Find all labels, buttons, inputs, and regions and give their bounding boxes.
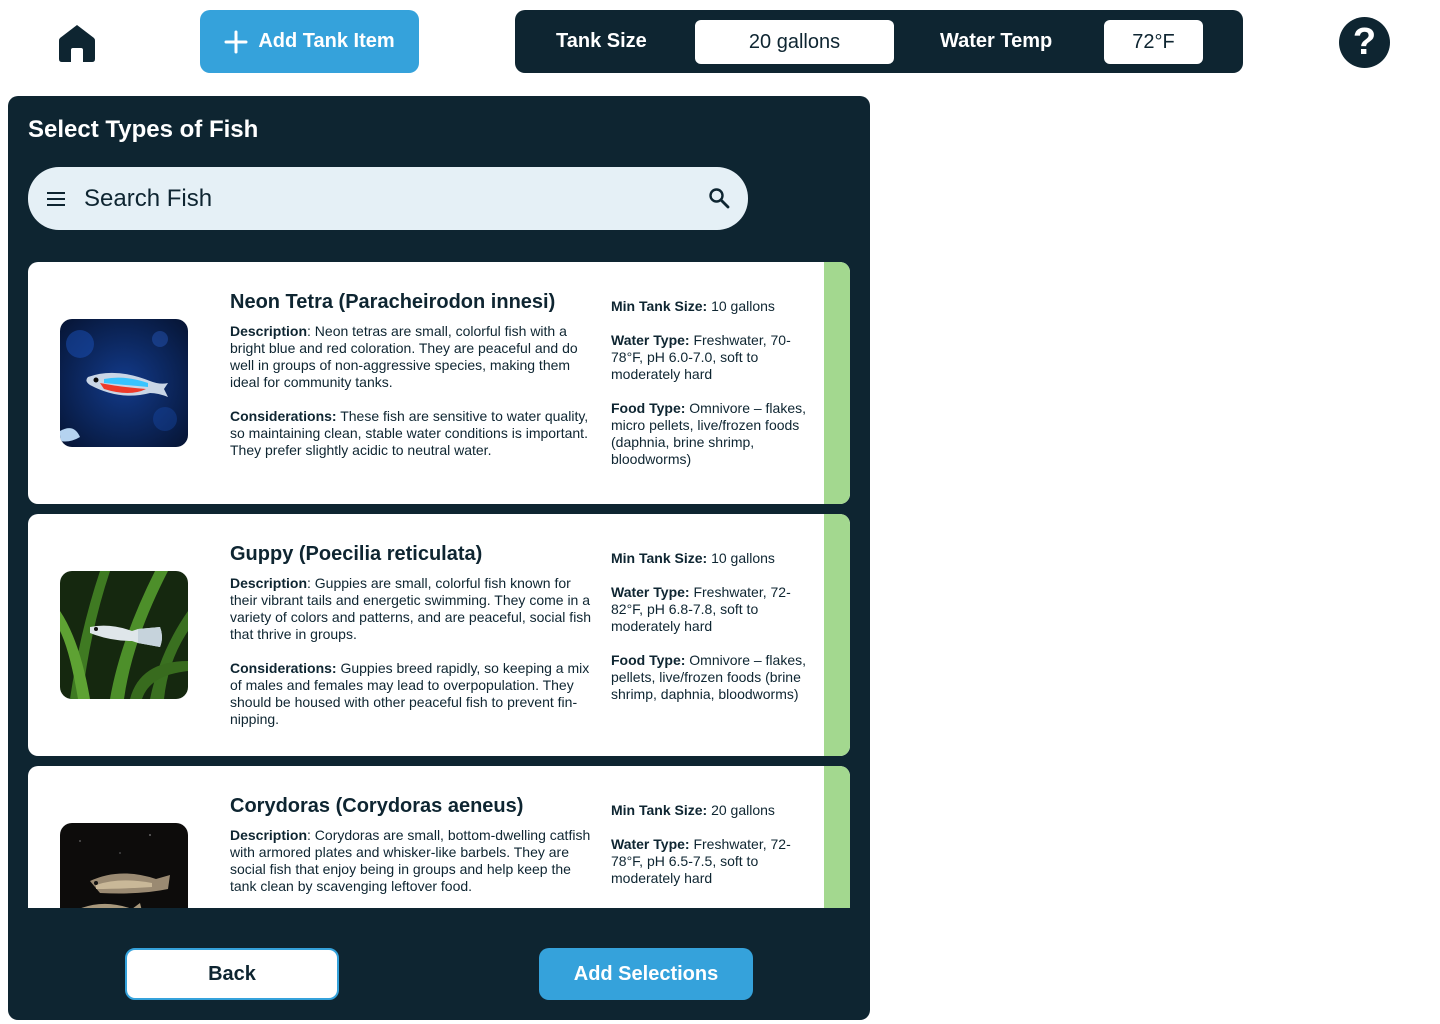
selected-indicator bbox=[824, 514, 850, 756]
corydoras-image bbox=[60, 823, 188, 908]
fish-description: Description: Neon tetras are small, colo… bbox=[230, 323, 592, 391]
selected-indicator bbox=[824, 262, 850, 504]
fish-specs: Min Tank Size: 20 gallons Water Type: Fr… bbox=[611, 802, 821, 904]
water-type: Water Type: Freshwater, 72-78°F, pH 6.5-… bbox=[611, 836, 821, 887]
fish-specs: Min Tank Size: 10 gallons Water Type: Fr… bbox=[611, 298, 821, 485]
add-selections-button[interactable]: Add Selections bbox=[539, 948, 753, 1000]
help-button[interactable]: ? bbox=[1339, 17, 1390, 68]
guppy-image bbox=[60, 571, 188, 699]
fish-description: Description: Guppies are small, colorful… bbox=[230, 575, 592, 643]
water-type-label: Water Type: bbox=[611, 584, 690, 600]
min-tank-value: 10 gallons bbox=[707, 298, 775, 314]
fish-specs: Min Tank Size: 10 gallons Water Type: Fr… bbox=[611, 550, 821, 720]
min-tank-value: 20 gallons bbox=[707, 802, 775, 818]
plus-icon bbox=[224, 30, 248, 54]
food-type-label: Food Type: bbox=[611, 652, 686, 668]
water-type-label: Water Type: bbox=[611, 836, 690, 852]
food-type-label: Food Type: bbox=[611, 400, 686, 416]
panel-title: Select Types of Fish bbox=[28, 116, 259, 143]
water-temp-field[interactable]: 72°F bbox=[1104, 20, 1203, 64]
min-tank-label: Min Tank Size: bbox=[611, 550, 708, 566]
min-tank-label: Min Tank Size: bbox=[611, 298, 708, 314]
search-input[interactable] bbox=[84, 179, 684, 219]
home-button[interactable] bbox=[56, 22, 98, 64]
add-tank-item-label: Add Tank Item bbox=[258, 30, 395, 52]
water-type-label: Water Type: bbox=[611, 332, 690, 348]
water-type: Water Type: Freshwater, 70-78°F, pH 6.0-… bbox=[611, 332, 821, 383]
description-label: Description bbox=[230, 323, 308, 339]
fish-name: Neon Tetra (Paracheirodon innesi) bbox=[230, 291, 556, 313]
select-fish-panel: Select Types of Fish Search Fish Neon Te… bbox=[8, 96, 870, 1020]
fish-card-guppy[interactable]: Guppy (Poecilia reticulata) Description:… bbox=[28, 514, 850, 756]
water-temp-label: Water Temp bbox=[940, 30, 1053, 52]
neon-tetra-image bbox=[60, 319, 188, 447]
search-icon[interactable] bbox=[708, 187, 730, 209]
food-type: Food Type: Omnivore – flakes, pellets, l… bbox=[611, 652, 821, 703]
fish-considerations: Considerations: Guppies breed rapidly, s… bbox=[230, 660, 592, 728]
water-type: Water Type: Freshwater, 72-82°F, pH 6.8-… bbox=[611, 584, 821, 635]
fish-card-neon-tetra[interactable]: Neon Tetra (Paracheirodon innesi) Descri… bbox=[28, 262, 850, 504]
considerations-label: Considerations: bbox=[230, 660, 337, 676]
fish-considerations: Considerations: These fish are sensitive… bbox=[230, 408, 592, 459]
description-label: Description bbox=[230, 827, 308, 843]
food-type: Food Type: Omnivore – flakes, micro pell… bbox=[611, 400, 821, 468]
description-label: Description bbox=[230, 575, 308, 591]
min-tank-value: 10 gallons bbox=[707, 550, 775, 566]
fish-list[interactable]: Neon Tetra (Paracheirodon innesi) Descri… bbox=[28, 262, 850, 908]
min-tank-label: Min Tank Size: bbox=[611, 802, 708, 818]
fish-name: Guppy (Poecilia reticulata) bbox=[230, 543, 483, 565]
question-mark-icon: ? bbox=[1352, 21, 1377, 63]
fish-card-corydoras[interactable]: Corydoras (Corydoras aeneus) Description… bbox=[28, 766, 850, 908]
tank-settings-bar: Tank Size 20 gallons Water Temp 72°F bbox=[515, 10, 1243, 73]
min-tank-size: Min Tank Size: 10 gallons bbox=[611, 550, 821, 567]
fish-description: Description: Corydoras are small, bottom… bbox=[230, 827, 592, 895]
back-button[interactable]: Back bbox=[125, 948, 339, 1000]
search-bar bbox=[28, 167, 748, 230]
tank-size-field[interactable]: 20 gallons bbox=[695, 20, 894, 64]
min-tank-size: Min Tank Size: 20 gallons bbox=[611, 802, 821, 819]
considerations-label: Considerations: bbox=[230, 408, 337, 424]
tank-size-label: Tank Size bbox=[556, 30, 647, 52]
home-icon bbox=[59, 25, 95, 62]
selected-indicator bbox=[824, 766, 850, 908]
fish-name: Corydoras (Corydoras aeneus) bbox=[230, 795, 524, 817]
add-tank-item-button[interactable]: Add Tank Item bbox=[200, 10, 419, 73]
min-tank-size: Min Tank Size: 10 gallons bbox=[611, 298, 821, 315]
menu-icon[interactable] bbox=[46, 189, 66, 209]
